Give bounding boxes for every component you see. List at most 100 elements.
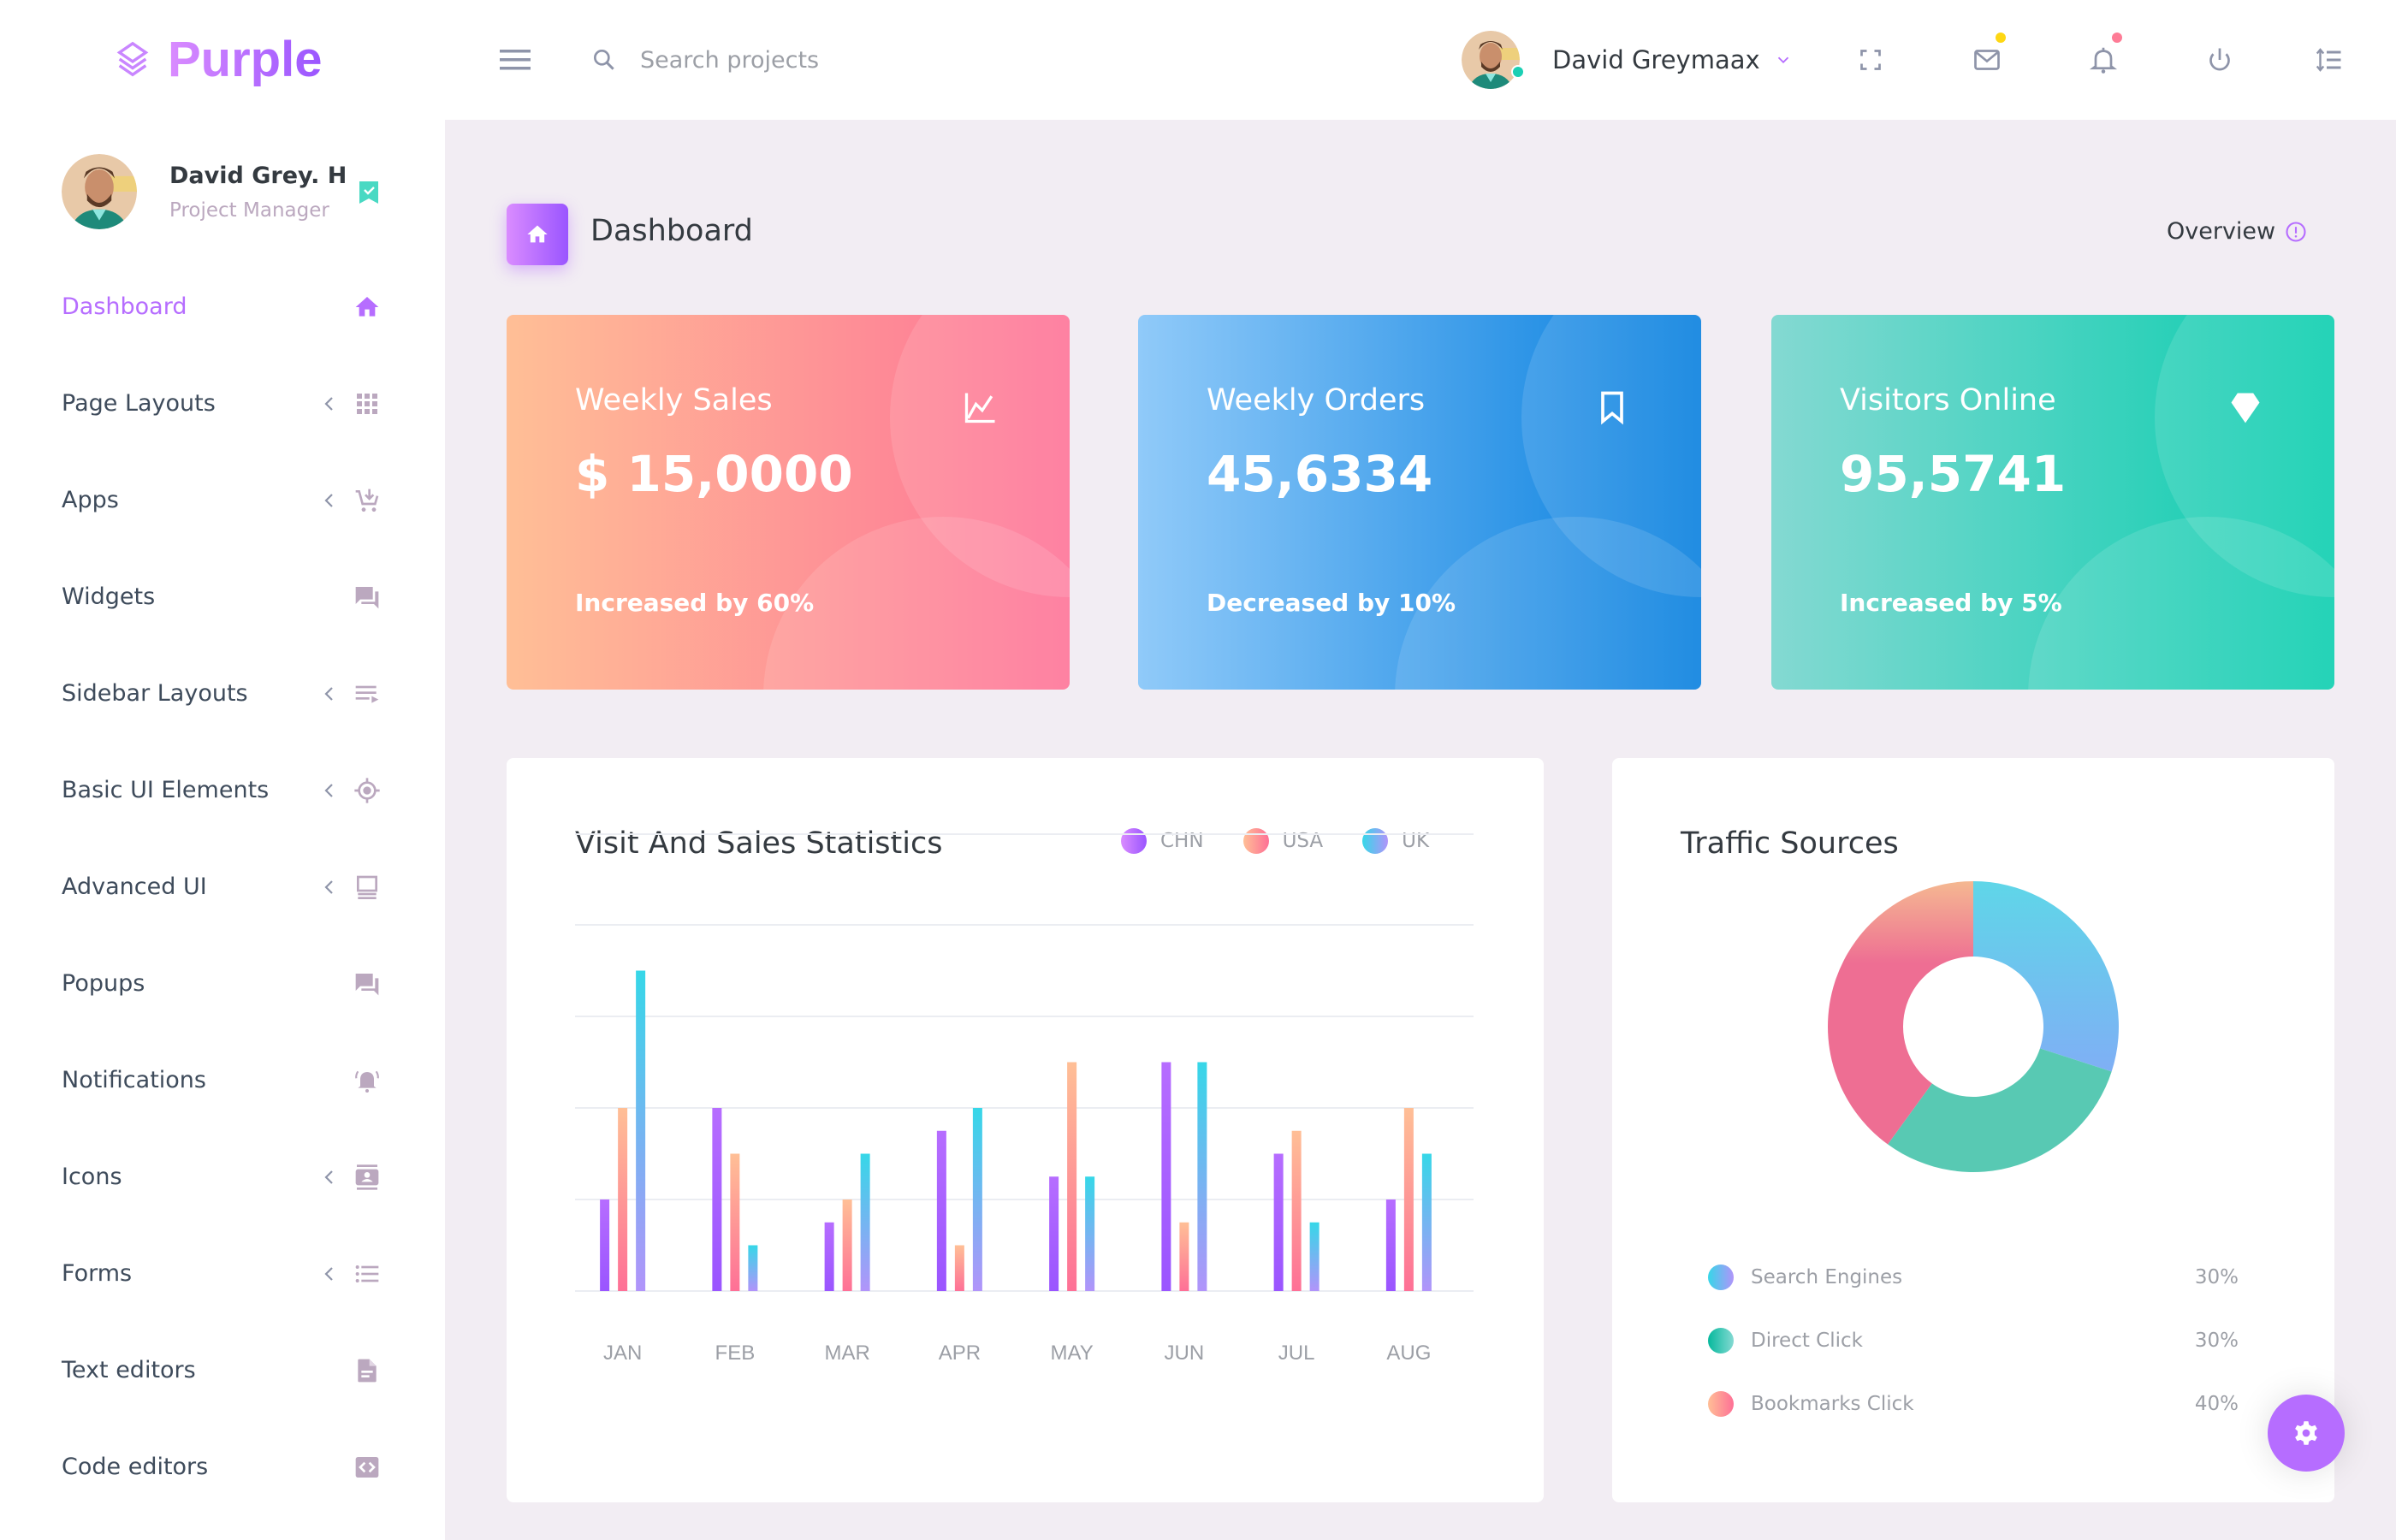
user-name: David Greymaax: [1552, 45, 1760, 74]
legend-label: USA: [1282, 830, 1324, 852]
sidebar-item-label: Dashboard: [62, 293, 187, 320]
sidebar-item-notifications[interactable]: Notifications: [0, 1032, 445, 1128]
sidebar-item-widgets[interactable]: Widgets: [0, 548, 445, 645]
bar-uk-jul[interactable]: [1309, 1222, 1320, 1291]
overview-label: Overview: [2167, 218, 2276, 245]
bar-chn-feb[interactable]: [712, 1108, 722, 1291]
brand-name: Purple: [168, 32, 323, 87]
sidebar-item-advanced-ui[interactable]: Advanced UI: [0, 838, 445, 935]
sidebar-item-code-editors[interactable]: Code editors: [0, 1419, 445, 1515]
bar-usa-apr[interactable]: [954, 1245, 964, 1292]
profile-name: David Grey. H: [169, 162, 347, 189]
stat-card-visitors-online: Visitors Online 95,5741 Increased by 5%: [1771, 315, 2334, 690]
sidebar-item-label: Icons: [62, 1164, 122, 1190]
bar-usa-mar[interactable]: [842, 1199, 852, 1291]
stat-title: Visitors Online: [1840, 383, 2056, 418]
bar-chn-aug[interactable]: [1385, 1199, 1396, 1291]
legend-item-uk[interactable]: UK: [1362, 828, 1429, 854]
mail-icon: [1974, 50, 2000, 70]
settings-panel-toggle[interactable]: [2310, 41, 2348, 79]
sidebar-item-label: Widgets: [62, 583, 156, 610]
sidebar: David Grey. H Project Manager Dashboard …: [0, 120, 445, 1540]
bar-uk-mar[interactable]: [860, 1153, 870, 1292]
donut-slice-direct-click[interactable]: [1888, 1048, 2112, 1172]
bar-chn-apr[interactable]: [936, 1130, 946, 1291]
sidebar-item-basic-ui-elements[interactable]: Basic UI Elements: [0, 742, 445, 838]
notification-indicator-dot: [2112, 33, 2122, 43]
bar-chn-jul[interactable]: [1273, 1153, 1284, 1292]
overview-link[interactable]: Overview: [2167, 218, 2308, 245]
legend-item-usa[interactable]: USA: [1242, 828, 1324, 854]
brand-logo[interactable]: Purple: [113, 31, 323, 88]
sidebar-item-dashboard[interactable]: Dashboard: [0, 258, 445, 355]
visit-sales-chart-card: Visit And Sales Statistics CHN USA UK JA…: [507, 758, 1544, 1502]
home-icon: [353, 293, 382, 322]
bookmark-outline-icon: [1601, 391, 1623, 425]
format-list-bulleted-icon: [353, 1259, 382, 1288]
forum-icon: [353, 583, 382, 612]
bar-uk-may[interactable]: [1085, 1176, 1095, 1291]
chevron-left-icon: [324, 783, 333, 797]
bar-chart: JAN FEB MAR APR MAY JUN JUL AUG: [575, 833, 1474, 1365]
home-icon: [527, 225, 548, 243]
traffic-label: Direct Click: [1751, 1330, 1863, 1352]
menu-toggle-button[interactable]: [498, 46, 532, 74]
x-tick-label: MAR: [824, 1342, 869, 1365]
sidebar-item-label: Text editors: [62, 1357, 196, 1383]
theme-settings-button[interactable]: [2268, 1395, 2345, 1472]
bar-chn-jun[interactable]: [1161, 1062, 1171, 1292]
crosshairs-gps-icon: [353, 776, 382, 805]
sidebar-item-sidebar-layouts[interactable]: Sidebar Layouts: [0, 645, 445, 742]
legend-label: CHN: [1160, 830, 1204, 852]
bar-uk-aug[interactable]: [1421, 1153, 1432, 1292]
sidebar-item-apps[interactable]: Apps: [0, 452, 445, 548]
bar-usa-jul[interactable]: [1291, 1130, 1302, 1291]
layers-icon: [116, 41, 149, 76]
stat-value: 45,6334: [1207, 445, 1433, 503]
sidebar-item-icons[interactable]: Icons: [0, 1128, 445, 1225]
x-tick-label: MAY: [1051, 1342, 1094, 1365]
traffic-label: Bookmarks Click: [1751, 1393, 1914, 1415]
legend-item-chn[interactable]: CHN: [1121, 828, 1204, 854]
legend-swatch: [1242, 828, 1269, 854]
messages-button[interactable]: [1968, 33, 2006, 79]
logout-button[interactable]: [2201, 41, 2239, 79]
x-tick-label: APR: [939, 1342, 981, 1365]
stat-card-weekly-orders: Weekly Orders 45,6334 Decreased by 10%: [1138, 315, 1701, 690]
bar-uk-jan[interactable]: [636, 970, 646, 1292]
chevron-down-icon: [1777, 56, 1788, 64]
bar-uk-apr[interactable]: [972, 1108, 982, 1291]
stat-title: Weekly Orders: [1207, 383, 1426, 418]
sidebar-item-forms[interactable]: Forms: [0, 1225, 445, 1322]
traffic-percent: 30%: [2194, 1266, 2239, 1288]
chart-title: Visit And Sales Statistics: [575, 826, 943, 861]
bar-chn-mar[interactable]: [824, 1222, 834, 1291]
bar-uk-jun[interactable]: [1197, 1062, 1207, 1292]
notifications-button[interactable]: [2085, 33, 2122, 79]
legend-label: UK: [1402, 830, 1430, 852]
sidebar-item-label: Popups: [62, 970, 145, 997]
fullscreen-button[interactable]: [1852, 41, 1889, 79]
sidebar-item-label: Page Layouts: [62, 390, 216, 417]
sidebar-item-popups[interactable]: Popups: [0, 935, 445, 1032]
donut-slice-search-engines[interactable]: [1973, 881, 2119, 1072]
sidebar-item-text-editors[interactable]: Text editors: [0, 1322, 445, 1419]
x-tick-label: JUL: [1278, 1342, 1315, 1365]
bar-usa-jan[interactable]: [618, 1108, 628, 1291]
grid-icon: [353, 389, 382, 418]
legend-swatch: [1121, 828, 1147, 854]
bar-chn-jan[interactable]: [600, 1199, 610, 1291]
bar-chn-may[interactable]: [1049, 1176, 1059, 1291]
x-tick-label: FEB: [715, 1342, 756, 1365]
sidebar-profile[interactable]: David Grey. H Project Manager: [62, 154, 347, 229]
profile-role: Project Manager: [169, 198, 329, 222]
bar-usa-feb[interactable]: [730, 1153, 740, 1292]
bar-usa-jun[interactable]: [1179, 1222, 1189, 1291]
bar-usa-may[interactable]: [1067, 1062, 1077, 1292]
forum-icon: [353, 969, 382, 998]
sidebar-item-page-layouts[interactable]: Page Layouts: [0, 355, 445, 452]
bar-usa-aug[interactable]: [1403, 1108, 1414, 1291]
search-input[interactable]: [640, 34, 1068, 86]
user-profile-dropdown[interactable]: David Greymaax: [1462, 31, 1793, 89]
bar-uk-feb[interactable]: [748, 1245, 758, 1292]
